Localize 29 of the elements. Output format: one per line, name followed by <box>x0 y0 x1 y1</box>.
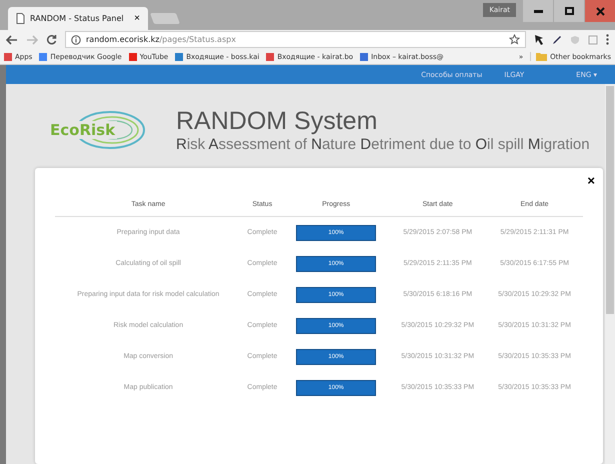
site-icon <box>175 52 184 60</box>
info-icon <box>71 34 81 44</box>
star-icon[interactable] <box>509 34 520 45</box>
menu-icon[interactable] <box>606 34 609 45</box>
maximize-button[interactable] <box>554 0 584 22</box>
site-icon <box>360 52 368 60</box>
tab-title: RANDOM - Status Panel <box>30 14 124 23</box>
maximize-icon <box>564 7 574 15</box>
system-title: RANDOM System <box>176 107 378 136</box>
system-subtitle: Risk Assessment of Nature Detriment due to Oil spill Migration <box>176 136 590 153</box>
ecorisk-logo: EcoRisk <box>48 102 148 158</box>
site-icon <box>266 52 274 60</box>
address-bar[interactable]: random.ecorisk.kz/pages/Status.aspx <box>65 31 526 48</box>
scrollbar[interactable] <box>605 84 615 464</box>
close-button[interactable]: × <box>587 172 595 188</box>
minimize-button[interactable] <box>523 0 553 22</box>
site-icon <box>4 52 12 60</box>
reload-icon[interactable] <box>46 34 57 45</box>
minimize-icon <box>534 10 542 12</box>
close-icon <box>596 6 604 16</box>
tab-close-button[interactable]: × <box>134 13 140 24</box>
page-icon <box>16 13 25 24</box>
site-icon <box>39 52 48 60</box>
browser-tab[interactable]: RANDOM - Status Panel × <box>8 7 148 30</box>
pen-icon[interactable] <box>552 34 562 44</box>
site-icon <box>128 52 137 60</box>
back-icon[interactable] <box>6 34 18 44</box>
close-button[interactable] <box>585 0 615 22</box>
folder-icon <box>536 52 548 61</box>
